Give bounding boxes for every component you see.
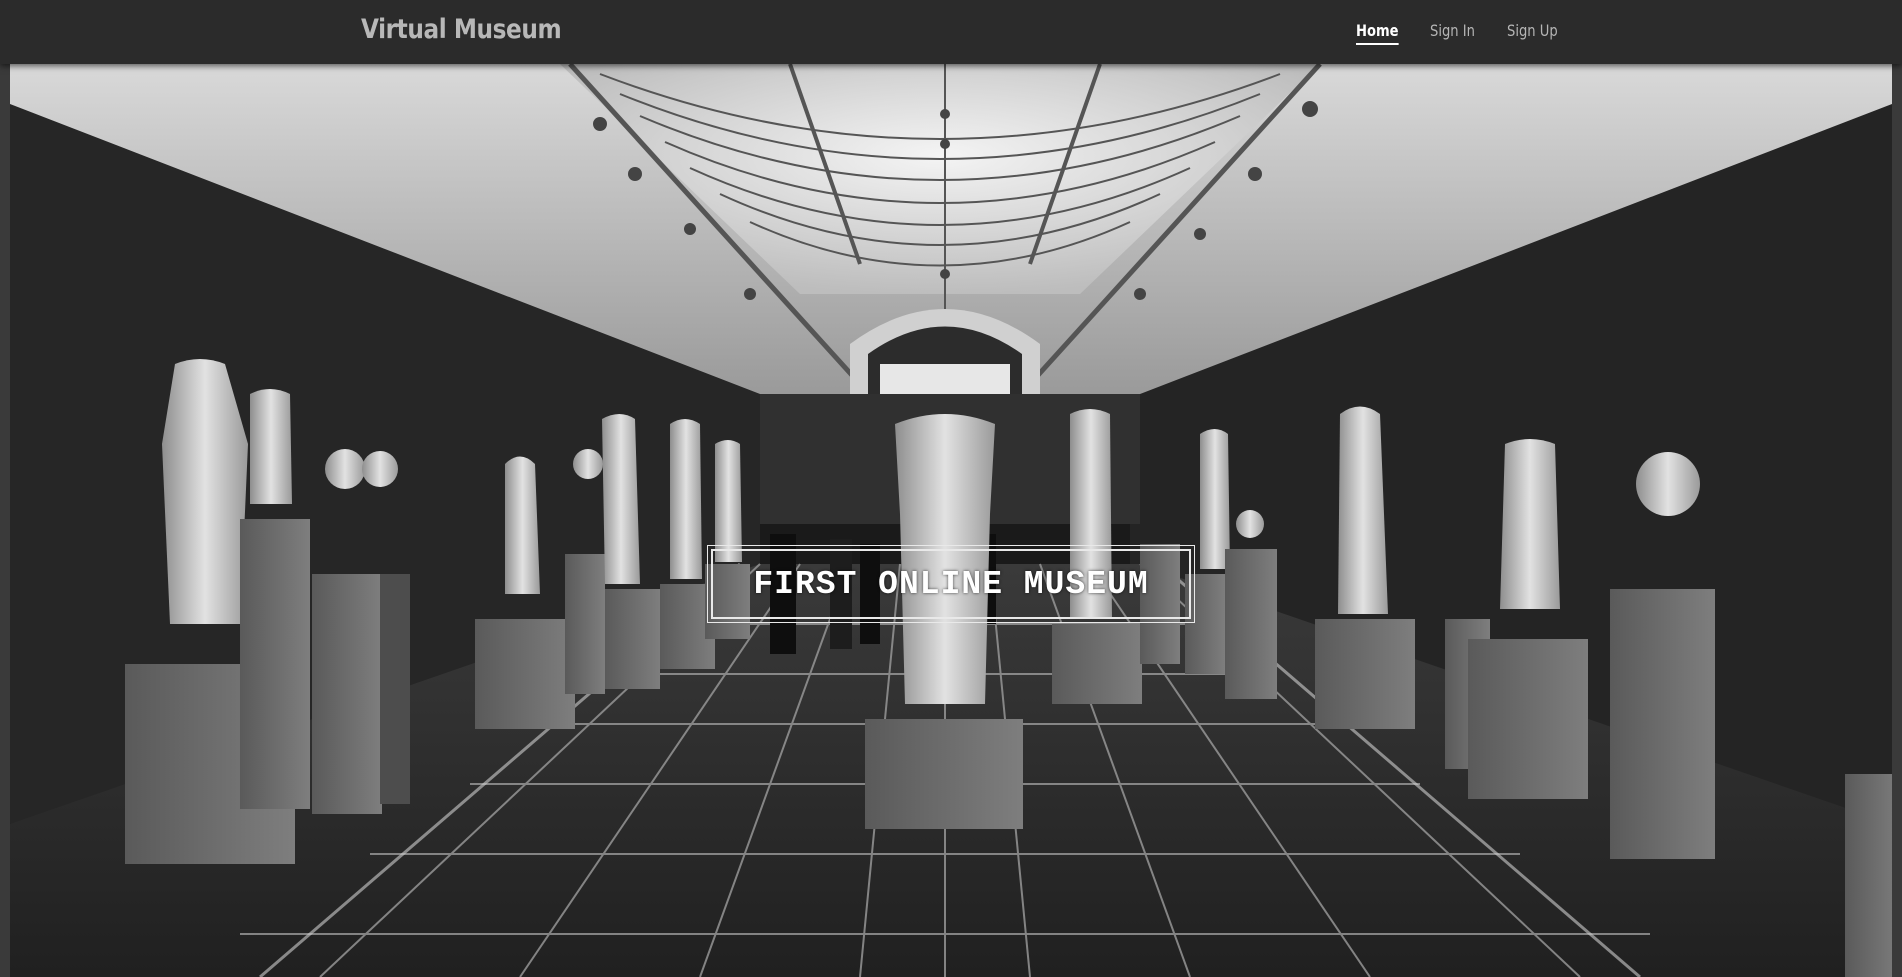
nav-link-sign-in[interactable]: Sign In xyxy=(1430,21,1475,45)
nav-links: Home Sign In Sign Up xyxy=(1356,21,1591,45)
hero-background-image xyxy=(0,64,1902,977)
top-navbar: Virtual Museum Home Sign In Sign Up xyxy=(0,0,1902,64)
hero-title: FIRST ONLINE MUSEUM xyxy=(707,545,1195,623)
nav-link-home[interactable]: Home xyxy=(1356,21,1399,45)
nav-link-sign-up[interactable]: Sign Up xyxy=(1507,21,1558,45)
brand-logo-link[interactable]: Virtual Museum xyxy=(361,14,562,45)
hero-banner: FIRST ONLINE MUSEUM xyxy=(0,64,1902,977)
